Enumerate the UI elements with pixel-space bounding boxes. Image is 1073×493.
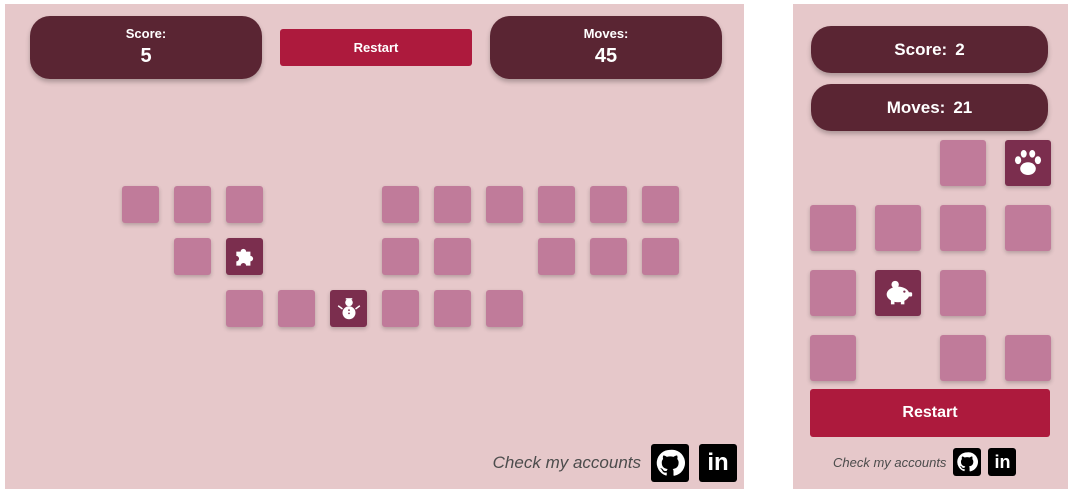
card[interactable] xyxy=(940,140,986,186)
card[interactable] xyxy=(940,270,986,316)
footer-text: Check my accounts xyxy=(833,454,947,470)
card[interactable] xyxy=(810,270,856,316)
card[interactable] xyxy=(486,290,523,327)
github-link[interactable] xyxy=(651,444,689,482)
card[interactable] xyxy=(810,205,856,251)
linkedin-icon: in xyxy=(707,449,729,476)
card[interactable] xyxy=(382,238,419,275)
card-open[interactable] xyxy=(1005,140,1051,186)
github-icon xyxy=(656,449,685,476)
card[interactable] xyxy=(642,238,679,275)
paw-icon xyxy=(1014,149,1042,176)
restart-button[interactable]: Restart xyxy=(810,389,1050,437)
card[interactable] xyxy=(382,186,419,223)
card[interactable] xyxy=(940,335,986,381)
card-open[interactable] xyxy=(226,238,263,275)
card[interactable] xyxy=(174,238,211,275)
card-open[interactable] xyxy=(875,270,921,316)
card[interactable] xyxy=(810,335,856,381)
github-link[interactable] xyxy=(953,448,982,476)
card[interactable] xyxy=(590,238,627,275)
card[interactable] xyxy=(434,290,471,327)
card-board xyxy=(5,4,744,489)
card[interactable] xyxy=(174,186,211,223)
card[interactable] xyxy=(1005,205,1051,251)
card[interactable] xyxy=(486,186,523,223)
card[interactable] xyxy=(226,186,263,223)
footer-text: Check my accounts xyxy=(492,453,641,472)
card[interactable] xyxy=(122,186,159,223)
card[interactable] xyxy=(875,205,921,251)
card-open[interactable] xyxy=(330,290,367,327)
card[interactable] xyxy=(642,186,679,223)
card[interactable] xyxy=(434,238,471,275)
footer: Check my accounts in xyxy=(493,443,737,483)
card[interactable] xyxy=(226,290,263,327)
footer: Check my accounts in xyxy=(833,447,1017,477)
linkedin-link[interactable]: in xyxy=(988,448,1017,476)
linkedin-icon: in xyxy=(994,451,1011,472)
github-icon xyxy=(957,452,979,472)
puzzle-piece-icon xyxy=(235,248,253,266)
card[interactable] xyxy=(278,290,315,327)
linkedin-link[interactable]: in xyxy=(699,444,737,482)
card[interactable] xyxy=(538,186,575,223)
card[interactable] xyxy=(434,186,471,223)
snowman-icon xyxy=(337,297,360,319)
card[interactable] xyxy=(538,238,575,275)
piggy-bank-icon xyxy=(886,280,913,305)
mobile-game-panel: Score: 2 Moves: 21 Restart Check my acco… xyxy=(793,4,1068,489)
desktop-game-panel: Score: 5 Restart Moves: 45 Check my acco… xyxy=(5,4,744,489)
card[interactable] xyxy=(1005,335,1051,381)
card[interactable] xyxy=(382,290,419,327)
card[interactable] xyxy=(590,186,627,223)
card[interactable] xyxy=(940,205,986,251)
